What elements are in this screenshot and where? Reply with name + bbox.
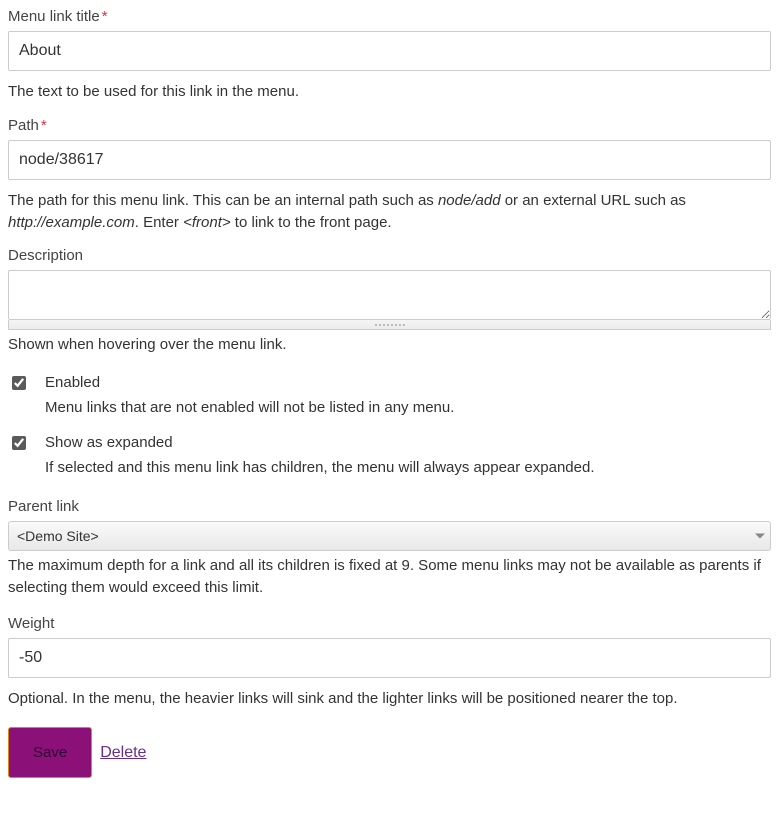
delete-link[interactable]: Delete [100,744,146,762]
expanded-label: Show as expanded [45,434,595,451]
parent-link-select[interactable]: <Demo Site> [8,521,771,551]
label-text: Path [8,117,39,134]
help-example: node/add [438,192,501,209]
help-text: to link to the front page. [231,214,392,231]
enabled-help: Menu links that are not enabled will not… [45,399,454,416]
form-actions: Save Delete [8,727,771,778]
expanded-row: Show as expanded If selected and this me… [8,434,771,476]
parent-link-help: The maximum depth for a link and all its… [8,555,771,599]
menu-link-title-label: Menu link title* [8,8,771,25]
parent-link-select-wrap: <Demo Site> [8,521,771,551]
required-marker-icon: * [41,117,47,134]
description-help: Shown when hovering over the menu link. [8,334,771,356]
parent-link-selected: <Demo Site> [17,528,99,544]
weight-input[interactable] [8,638,771,678]
path-label: Path* [8,117,771,134]
expanded-body: Show as expanded If selected and this me… [45,434,595,476]
path-input[interactable] [8,140,771,180]
path-field: Path* The path for this menu link. This … [8,117,771,234]
menu-link-title-input[interactable] [8,31,771,71]
textarea-resize-grip[interactable] [8,320,771,330]
help-text: . Enter [135,214,183,231]
description-label: Description [8,247,771,264]
parent-link-label: Parent link [8,498,771,515]
path-help: The path for this menu link. This can be… [8,190,771,234]
menu-link-title-field: Menu link title* The text to be used for… [8,8,771,103]
help-text: or an external URL such as [501,192,686,209]
menu-link-title-help: The text to be used for this link in the… [8,81,771,103]
enabled-label: Enabled [45,374,454,391]
weight-field: Weight Optional. In the menu, the heavie… [8,615,771,710]
enabled-row: Enabled Menu links that are not enabled … [8,374,771,416]
parent-link-field: Parent link <Demo Site> The maximum dept… [8,498,771,599]
description-textarea[interactable] [8,270,771,320]
help-example: http://example.com [8,214,135,231]
required-marker-icon: * [102,8,108,25]
label-text: Menu link title [8,8,100,25]
weight-label: Weight [8,615,771,632]
description-field: Description Shown when hovering over the… [8,247,771,356]
help-text: The path for this menu link. This can be… [8,192,438,209]
weight-help: Optional. In the menu, the heavier links… [8,688,771,710]
enabled-body: Enabled Menu links that are not enabled … [45,374,454,416]
help-example: <front> [183,214,231,231]
expanded-help: If selected and this menu link has child… [45,459,595,476]
enabled-checkbox[interactable] [12,376,26,390]
save-button[interactable]: Save [8,727,92,778]
expanded-checkbox[interactable] [12,436,26,450]
